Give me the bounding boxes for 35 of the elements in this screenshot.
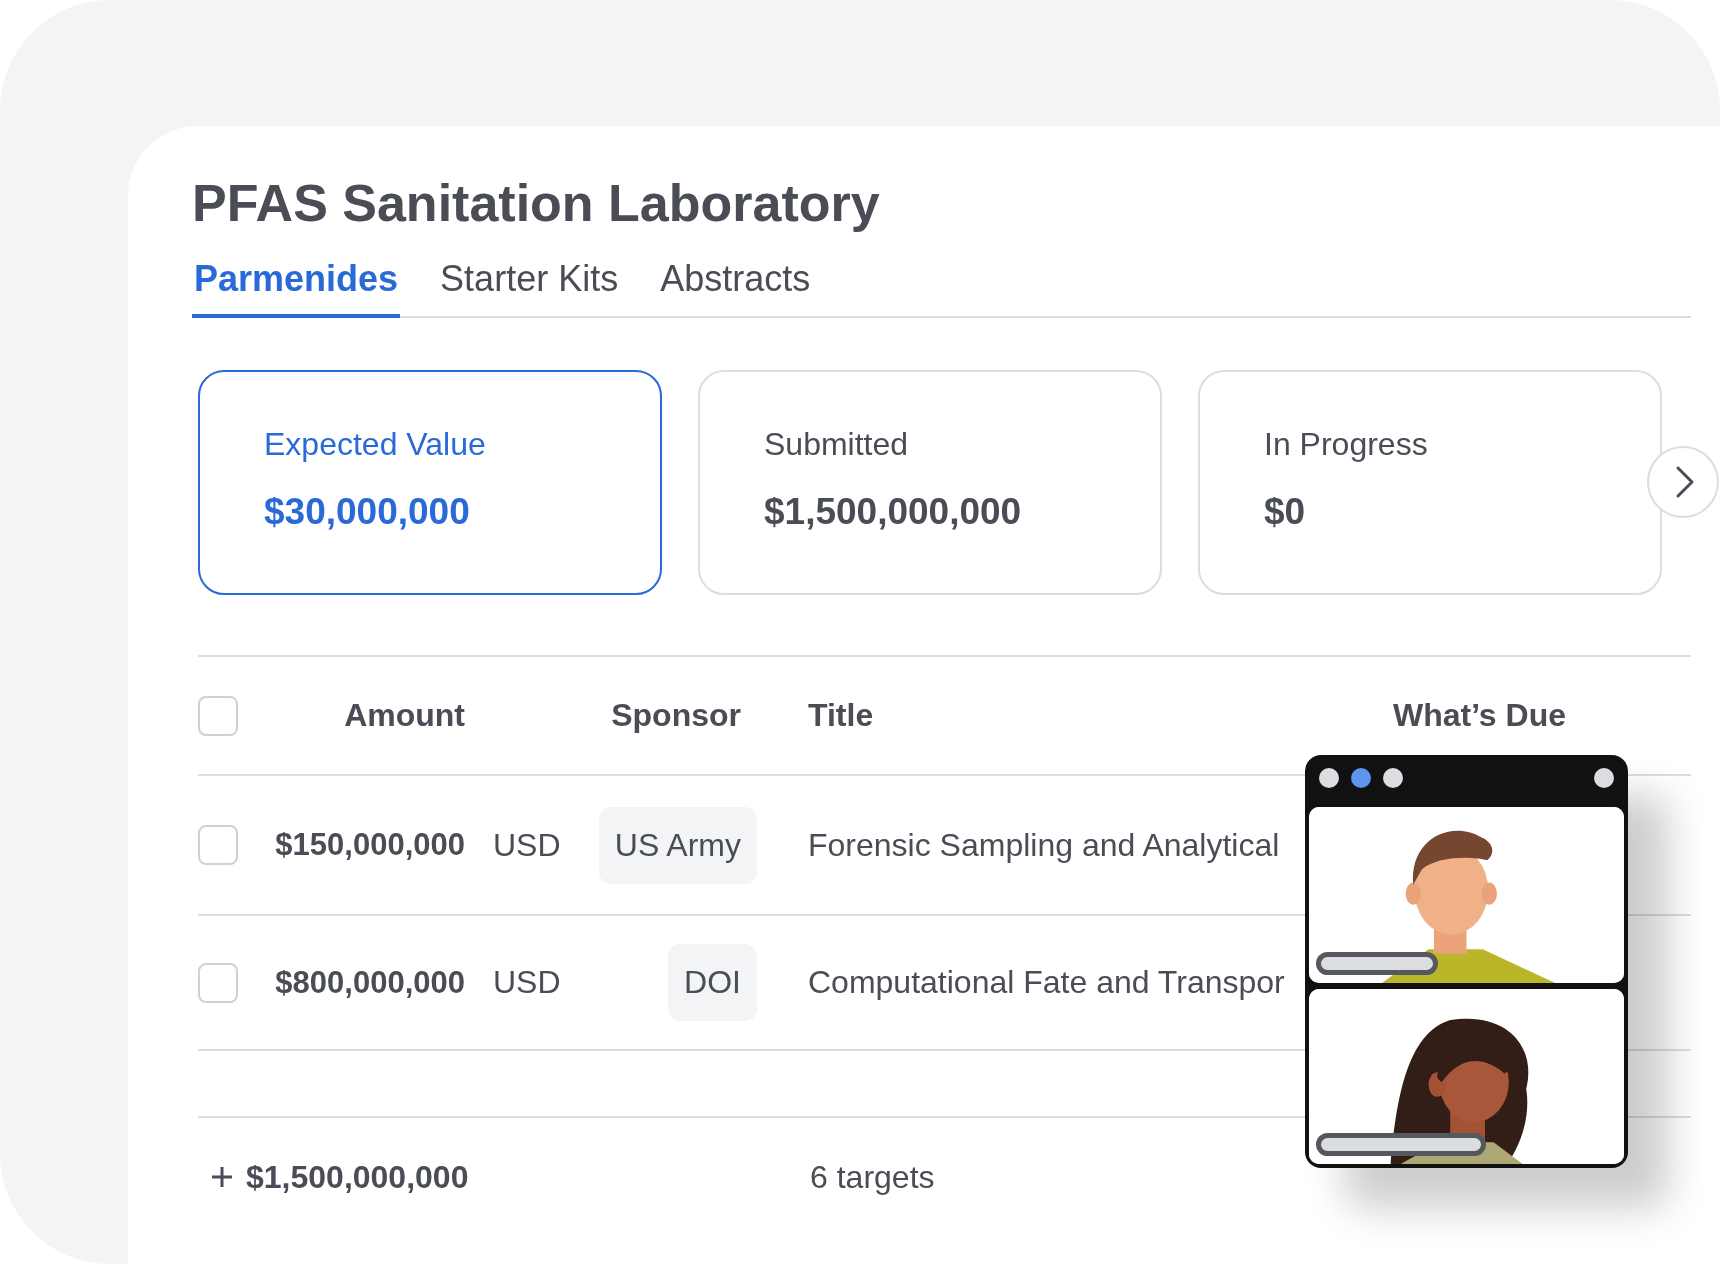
target-count: 6 targets xyxy=(810,1158,935,1196)
window-dot[interactable] xyxy=(1594,768,1614,788)
tab[interactable]: Abstracts xyxy=(658,258,813,319)
stat-card[interactable]: Submitted $1,500,000,000 xyxy=(698,370,1162,596)
page-title: PFAS Sanitation Laboratory xyxy=(192,173,881,234)
stat-value: $0 xyxy=(1264,491,1307,534)
stat-value: $30,000,000 xyxy=(264,491,471,534)
stat-value: $1,500,000,000 xyxy=(764,491,1023,534)
checkbox[interactable] xyxy=(198,962,238,1003)
column-header: Amount xyxy=(343,697,465,735)
tab[interactable]: Starter Kits xyxy=(438,258,621,319)
column-header: Title xyxy=(807,697,875,735)
stat-label: Submitted xyxy=(764,426,910,464)
window-dot[interactable] xyxy=(1383,768,1403,788)
stat-label: Expected Value xyxy=(264,426,487,464)
amount-cell-text: $800,000,000 xyxy=(274,964,465,1001)
column-header: What’s Due xyxy=(1391,697,1567,735)
currency-cell-text: USD xyxy=(492,826,562,864)
chevron-right-icon xyxy=(1674,465,1696,500)
column-header: Sponsor xyxy=(610,697,742,735)
checkbox[interactable] xyxy=(198,695,238,736)
sponsor-tag: DOI xyxy=(668,944,757,1022)
tab[interactable]: Parmenides xyxy=(192,258,401,319)
amount-cell-text: $150,000,000 xyxy=(274,827,465,864)
plus-icon xyxy=(210,1165,234,1190)
title-cell-text: Forensic Sampling and Analytical xyxy=(807,826,1281,864)
sponsor-tag: US Army xyxy=(598,806,757,884)
window-dot[interactable] xyxy=(1319,768,1339,788)
checkbox[interactable] xyxy=(198,825,238,866)
currency-cell-text: USD xyxy=(492,964,562,1002)
total-amount: $1,500,000,000 xyxy=(246,1158,469,1196)
title-cell-text: Computational Fate and Transpor xyxy=(807,964,1286,1002)
stat-card[interactable]: Expected Value $30,000,000 xyxy=(198,370,662,596)
window-dot[interactable] xyxy=(1351,768,1371,788)
stat-label: In Progress xyxy=(1264,426,1429,464)
